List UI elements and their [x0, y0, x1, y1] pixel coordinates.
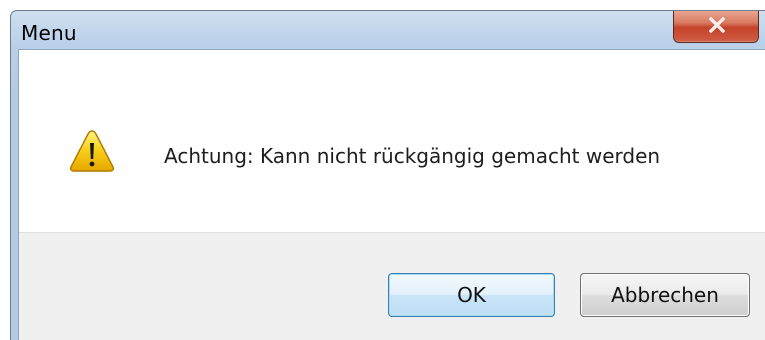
- title-bar[interactable]: Menu: [11, 11, 765, 49]
- button-bar: OK Abbrechen: [19, 232, 765, 340]
- dialog-client-area: Achtung: Kann nicht rückgängig gemacht w…: [18, 49, 765, 340]
- warning-icon: [69, 130, 115, 172]
- close-x-icon: [709, 17, 725, 33]
- window-title: Menu: [21, 21, 77, 45]
- close-button[interactable]: [673, 11, 759, 43]
- ok-button[interactable]: OK: [388, 273, 555, 317]
- cancel-button[interactable]: Abbrechen: [580, 273, 750, 317]
- message-area: Achtung: Kann nicht rückgängig gemacht w…: [19, 50, 765, 232]
- message-text: Achtung: Kann nicht rückgängig gemacht w…: [164, 144, 661, 168]
- dialog-window: Menu Achtung: Kann nicht rückgängig gema…: [10, 10, 765, 340]
